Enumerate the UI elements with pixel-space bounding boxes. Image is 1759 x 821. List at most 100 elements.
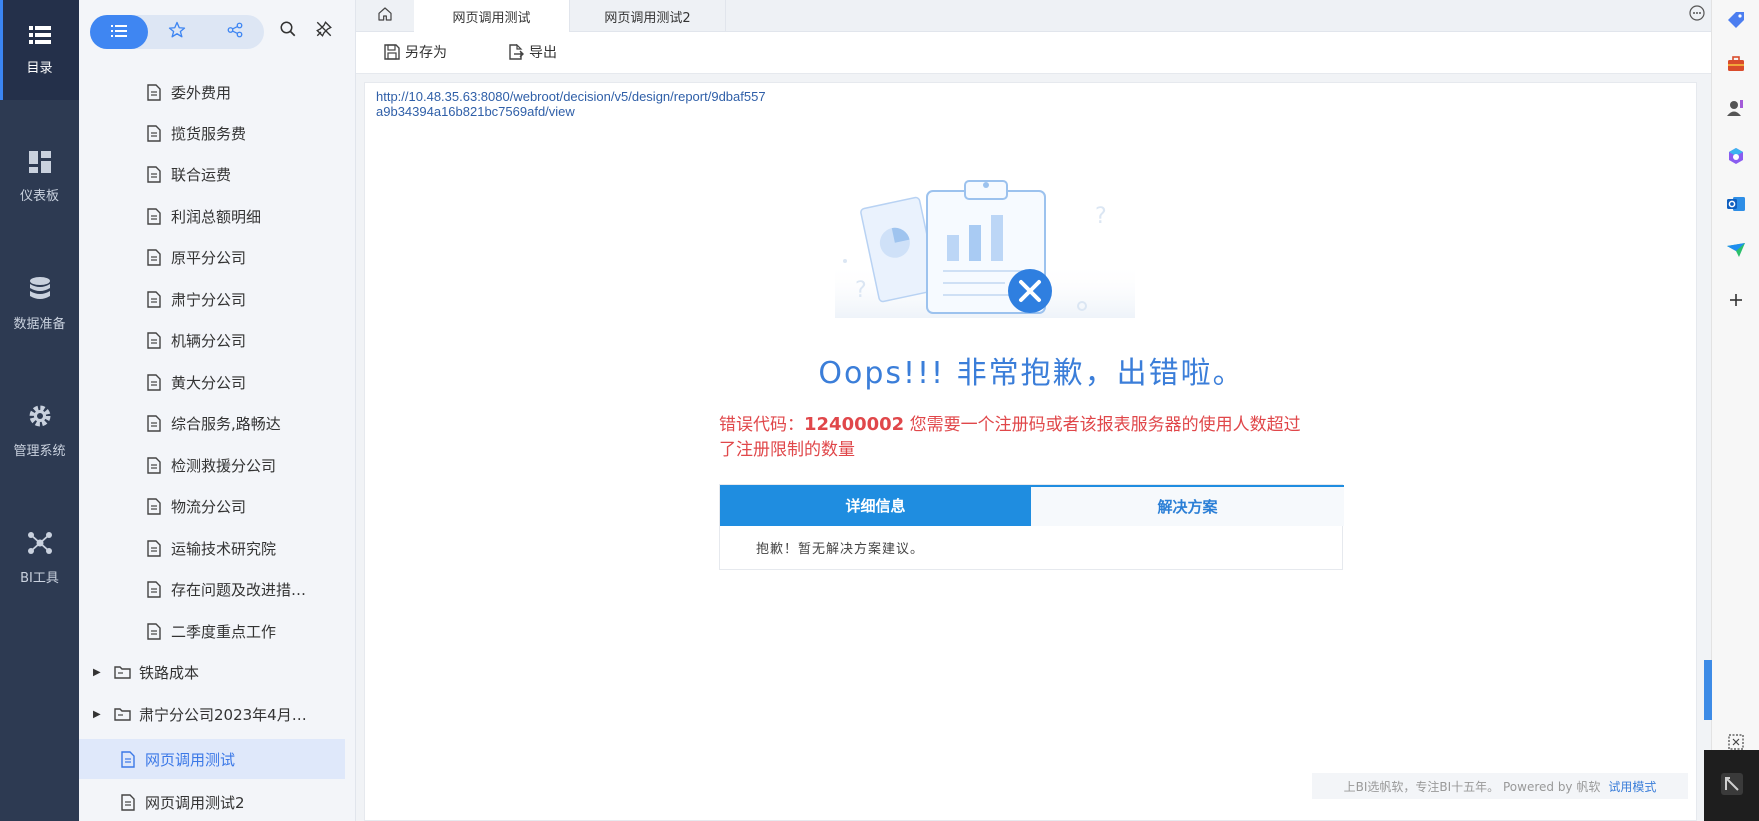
file-icon: [119, 750, 137, 768]
tree-item[interactable]: 机辆分公司: [79, 320, 356, 360]
error-text: 了注册限制的数量: [719, 440, 855, 460]
tree-item[interactable]: 委外费用: [79, 72, 356, 112]
save-as-button[interactable]: 另存为: [384, 42, 447, 62]
tab-web-test[interactable]: 网页调用测试: [414, 0, 570, 32]
tab-label: 解决方案: [1157, 498, 1218, 516]
star-icon: [168, 21, 186, 43]
file-icon: [145, 622, 163, 640]
tree-item[interactable]: 运输技术研究院: [79, 528, 356, 568]
outlook-extension-button[interactable]: [1724, 194, 1748, 218]
tree-item[interactable]: 存在问题及改进措…: [79, 569, 356, 609]
more-icon: [1689, 5, 1705, 25]
add-extension-button[interactable]: [1724, 290, 1748, 314]
tree-item[interactable]: 肃宁分公司: [79, 279, 356, 319]
favorites-view-button[interactable]: [148, 15, 206, 49]
file-icon: [145, 539, 163, 557]
tab-solution[interactable]: 解决方案: [1031, 485, 1344, 526]
tag-icon: [1726, 10, 1746, 34]
share-view-button[interactable]: [206, 15, 264, 49]
tree-item[interactable]: 联合运费: [79, 154, 356, 194]
export-icon: [508, 44, 524, 60]
catalog-panel: 委外费用 揽货服务费 联合运费 利润总额明细 原平分公司 肃宁分公司 机辆分公司: [79, 0, 356, 821]
trial-mode-link[interactable]: 试用模式: [1608, 778, 1656, 795]
report-url[interactable]: http://10.48.35.63:8080/webroot/decision…: [376, 89, 806, 119]
svg-text:?: ?: [855, 278, 867, 303]
tree-item-label: 原平分公司: [171, 248, 247, 267]
export-label: 导出: [529, 45, 557, 61]
nav-item-catalog[interactable]: 目录: [0, 0, 79, 100]
app-corner-badge: [1704, 750, 1759, 821]
tree-item-label: 委外费用: [171, 83, 232, 102]
list-icon: [28, 25, 51, 45]
caret-right-icon[interactable]: ▶: [93, 667, 103, 678]
error-text: 您需要一个注册码或者该报表服务器的使用人数超过: [904, 415, 1301, 435]
folder-icon: [113, 705, 131, 723]
nav-item-data-prep[interactable]: 数据准备: [0, 254, 79, 354]
error-message: 错误代码：12400002 您需要一个注册码或者该报表服务器的使用人数超过 了注…: [719, 412, 1359, 463]
tree-item[interactable]: 揽货服务费: [79, 113, 356, 153]
file-icon: [145, 373, 163, 391]
copilot-icon: [1726, 146, 1746, 170]
nav-label: 目录: [26, 60, 53, 76]
tree-item-label: 网页调用测试: [145, 750, 236, 769]
plus-icon: [1728, 292, 1744, 312]
tree-item[interactable]: 物流分公司: [79, 486, 356, 526]
file-icon: [145, 331, 163, 349]
file-icon: [145, 290, 163, 308]
tree-item[interactable]: 黄大分公司: [79, 362, 356, 402]
home-tab[interactable]: [356, 0, 414, 32]
tree-item-label: 物流分公司: [171, 497, 247, 516]
tree-item[interactable]: 综合服务,路畅达: [79, 403, 356, 443]
outlook-icon: [1726, 194, 1746, 218]
caret-right-icon[interactable]: ▶: [93, 709, 103, 720]
export-button[interactable]: 导出: [508, 42, 557, 62]
tab-details[interactable]: 详细信息: [720, 485, 1031, 526]
tab-web-test-2[interactable]: 网页调用测试2: [570, 0, 726, 32]
footer-banner: 上BI选帆软，专注BI十五年。 Powered by 帆软 试用模式: [1312, 773, 1688, 799]
folder-icon: [113, 663, 131, 681]
more-options-button[interactable]: [1687, 5, 1707, 25]
tree-item[interactable]: 原平分公司: [79, 237, 356, 277]
search-button[interactable]: [276, 19, 300, 43]
unpin-button[interactable]: [312, 19, 336, 43]
error-code-prefix: 错误代码：: [719, 415, 804, 435]
catalog-view-button[interactable]: [90, 15, 148, 49]
dashboard-icon: [28, 150, 51, 173]
tree-item[interactable]: 网页调用测试2: [79, 782, 356, 821]
tree-item[interactable]: 利润总额明细: [79, 196, 356, 236]
tree-item-label: 黄大分公司: [171, 373, 247, 392]
file-icon: [119, 793, 137, 811]
tree-item-label: 网页调用测试2: [145, 793, 245, 812]
nav-item-dashboard[interactable]: 仪表板: [0, 127, 79, 227]
nav-item-admin[interactable]: 管理系统: [0, 381, 79, 481]
url-line: http://10.48.35.63:8080/webroot/decision…: [376, 89, 766, 104]
tree-item[interactable]: 检测救援分公司: [79, 445, 356, 485]
send-icon: [1726, 240, 1746, 264]
tree-item-label: 运输技术研究院: [171, 539, 277, 558]
browser-sidebar: [1711, 0, 1759, 821]
tag-extension-button[interactable]: [1724, 10, 1748, 34]
tree-item[interactable]: 二季度重点工作: [79, 611, 356, 651]
tab-label: 详细信息: [845, 497, 906, 515]
left-nav: 目录 仪表板 数据准备 管理系统 BI工具: [0, 0, 79, 821]
nav-label: 管理系统: [13, 443, 66, 459]
url-line: a9b34394a16b821bc7569afd/view: [376, 104, 575, 119]
toolbox-icon: [1726, 54, 1746, 78]
nav-item-bi-tools[interactable]: BI工具: [0, 508, 79, 608]
tree-item-active[interactable]: 网页调用测试: [79, 739, 345, 779]
tree-folder[interactable]: ▶ 铁路成本: [79, 652, 356, 692]
user-extension-button[interactable]: [1724, 98, 1748, 122]
file-icon: [145, 580, 163, 598]
floating-assistant-button[interactable]: [1704, 660, 1712, 720]
tree-item-label: 检测救援分公司: [171, 456, 277, 475]
copilot-extension-button[interactable]: [1724, 146, 1748, 170]
file-icon: [145, 165, 163, 183]
share-icon: [226, 21, 244, 43]
file-icon: [145, 83, 163, 101]
unpin-icon: [315, 20, 333, 42]
toolbox-extension-button[interactable]: [1724, 54, 1748, 78]
send-extension-button[interactable]: [1724, 240, 1748, 264]
file-icon: [145, 414, 163, 432]
file-icon: [145, 124, 163, 142]
tree-folder[interactable]: ▶ 肃宁分公司2023年4月…: [79, 694, 356, 734]
